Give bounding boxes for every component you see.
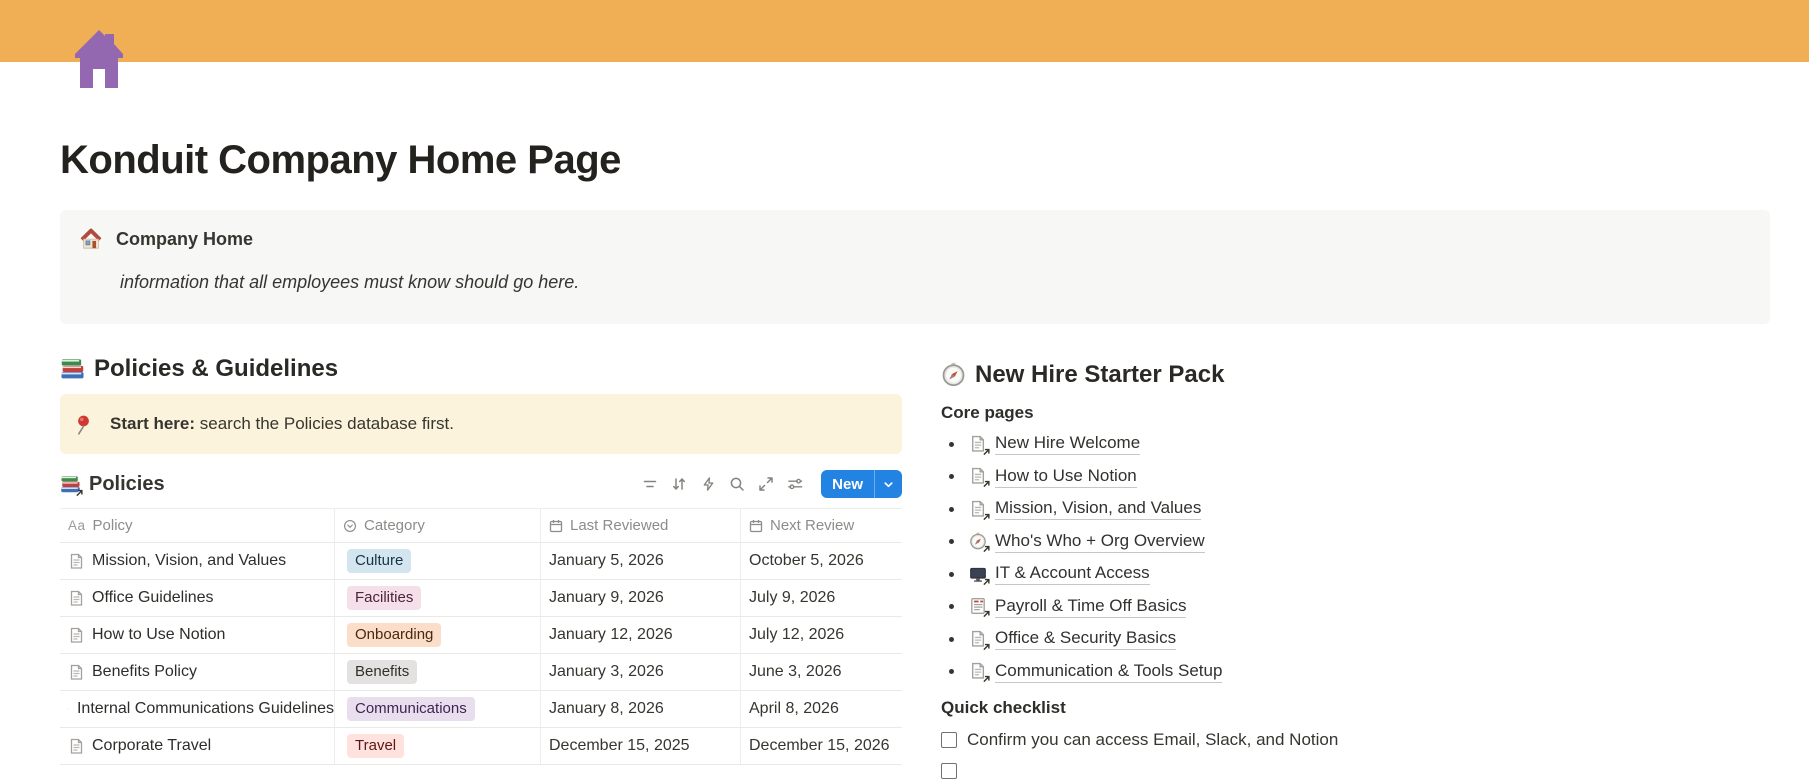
core-pages-label: Core pages (941, 403, 1034, 422)
category-tag[interactable]: Benefits (347, 660, 418, 684)
link-arrow-icon (981, 480, 991, 489)
page-link[interactable]: Communication & Tools Setup (995, 661, 1223, 683)
checkbox-unchecked[interactable] (941, 732, 957, 748)
house-emoji-icon (80, 228, 102, 250)
page-link[interactable]: How to Use Notion (995, 466, 1137, 488)
bullet-dot (949, 604, 954, 610)
todo-item: Confirm you can access Email, Slack, and… (941, 730, 1781, 750)
list-item: New Hire Welcome (941, 428, 1781, 461)
quick-checklist-label: Quick checklist (941, 698, 1066, 717)
pushpin-icon (77, 414, 90, 435)
page-icon (70, 590, 83, 606)
link-arrow-icon (981, 610, 991, 619)
home-page-icon[interactable] (71, 28, 127, 88)
category-tag[interactable]: Facilities (347, 586, 422, 610)
list-item: Payroll & Time Off Basics (941, 591, 1781, 624)
bullet-dot (949, 506, 954, 512)
link-arrow-icon (981, 512, 991, 521)
page-icon (70, 627, 83, 643)
list-item: Mission, Vision, and Values (941, 493, 1781, 526)
left-column: Policies & Guidelines Start here: search… (60, 352, 902, 765)
new-button-dropdown[interactable] (875, 479, 902, 490)
page-icon (70, 738, 83, 754)
bullet-dot (949, 669, 954, 675)
list-item: How to Use Notion (941, 461, 1781, 494)
todo-label: Confirm you can access Email, Slack, and… (967, 730, 1339, 749)
page-icon (70, 553, 83, 569)
page-link[interactable]: Mission, Vision, and Values (995, 498, 1202, 521)
category-tag[interactable]: Onboarding (347, 623, 442, 647)
sort-icon[interactable] (671, 476, 687, 492)
new-button-label[interactable]: New (821, 476, 874, 493)
table-row[interactable]: Benefits Policy Benefits January 3, 2026… (60, 654, 902, 691)
filter-icon[interactable] (642, 476, 658, 492)
new-hire-starter-pack-heading: New Hire Starter Pack (941, 358, 1781, 391)
table-row[interactable]: Internal Communications Guidelines Commu… (60, 691, 902, 728)
column-header-last-reviewed[interactable]: Last Reviewed (540, 509, 740, 542)
page-link[interactable]: New Hire Welcome (995, 433, 1141, 456)
list-item: Communication & Tools Setup (941, 656, 1781, 689)
list-item: IT & Account Access (941, 558, 1781, 591)
date-property-icon (549, 518, 563, 532)
list-item: Who's Who + Org Overview (941, 526, 1781, 559)
bullet-dot (949, 474, 954, 480)
page-link[interactable]: Office & Security Basics (995, 628, 1177, 651)
table-row[interactable]: Corporate Travel Travel December 15, 202… (60, 728, 902, 765)
company-home-callout[interactable]: Company Home information that all employ… (60, 210, 1770, 324)
right-column: New Hire Starter Pack Core pages New Hir… (941, 352, 1781, 779)
category-tag[interactable]: Culture (347, 549, 412, 573)
link-arrow-icon (981, 675, 991, 684)
todo-item-partial (941, 763, 1781, 779)
books-icon (61, 359, 84, 379)
date-property-icon (749, 518, 763, 532)
bullet-dot (949, 539, 954, 545)
company-home-note: information that all employees must know… (120, 272, 580, 292)
page-icon (68, 708, 69, 710)
policies-guidelines-heading: Policies & Guidelines (60, 352, 902, 385)
page-link[interactable]: Who's Who + Org Overview (995, 531, 1205, 553)
link-arrow-icon (74, 488, 84, 497)
new-button[interactable]: New (821, 470, 902, 498)
table-header-row: Aa Policy Category Last Reviewed Next Rev… (60, 509, 902, 543)
chevron-down-icon (884, 481, 893, 487)
title-property-icon: Aa (68, 518, 86, 533)
page-link[interactable]: IT & Account Access (995, 563, 1150, 586)
policies-table: Aa Policy Category Last Reviewed Next Rev… (60, 508, 902, 765)
core-pages-list: New Hire Welcome How to Use Notion Missi… (941, 428, 1781, 688)
link-arrow-icon (981, 545, 991, 554)
purple-house-icon (75, 30, 123, 88)
automations-icon[interactable] (700, 476, 716, 492)
column-header-policy[interactable]: Aa Policy (60, 509, 334, 542)
category-tag[interactable]: Communications (347, 697, 475, 721)
list-item: Office & Security Basics (941, 623, 1781, 656)
view-settings-icon[interactable] (787, 476, 803, 492)
company-home-title: Company Home (116, 228, 254, 249)
column-header-category[interactable]: Category (334, 509, 540, 542)
page-title: Konduit Company Home Page (60, 138, 621, 182)
link-arrow-icon (981, 447, 991, 456)
category-tag[interactable]: Travel (347, 734, 405, 758)
table-row[interactable]: Office Guidelines Facilities January 9, … (60, 580, 902, 617)
table-row[interactable]: How to Use Notion Onboarding January 12,… (60, 617, 902, 654)
link-arrow-icon (981, 577, 991, 586)
start-here-callout[interactable]: Start here: search the Policies database… (60, 394, 902, 454)
start-here-text: Start here: search the Policies database… (110, 414, 454, 433)
bullet-dot (949, 571, 954, 577)
database-toolbar: New (642, 470, 902, 498)
page-link[interactable]: Payroll & Time Off Basics (995, 596, 1187, 618)
bullet-dot (949, 636, 954, 642)
search-icon[interactable] (729, 476, 745, 492)
checkbox-unchecked[interactable] (941, 763, 957, 779)
select-property-icon (344, 519, 356, 532)
column-header-next-review[interactable]: Next Review (740, 509, 902, 542)
database-title[interactable]: Policies (60, 473, 165, 497)
compass-icon (942, 362, 965, 387)
link-arrow-icon (981, 642, 991, 651)
expand-icon[interactable] (758, 476, 774, 492)
cover-banner[interactable] (0, 0, 1809, 62)
page-icon (70, 664, 83, 680)
bullet-dot (949, 441, 954, 447)
table-row[interactable]: Mission, Vision, and Values Culture Janu… (60, 543, 902, 580)
